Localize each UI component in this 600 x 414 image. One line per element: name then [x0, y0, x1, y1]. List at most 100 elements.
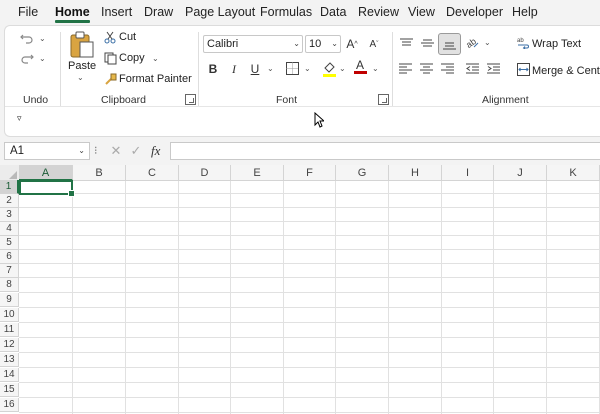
wrap-text-button[interactable]: Wrap Text: [532, 38, 581, 50]
gridline: [19, 382, 600, 383]
insert-function-button[interactable]: fx: [151, 143, 160, 159]
tab-page-layout[interactable]: Page Layout: [185, 5, 255, 19]
borders-dropdown-icon[interactable]: ⌄: [304, 64, 311, 73]
orientation-icon[interactable]: ab: [464, 34, 480, 50]
column-header[interactable]: J: [494, 165, 547, 181]
tab-draw[interactable]: Draw: [144, 5, 173, 19]
row-header[interactable]: 11: [0, 323, 19, 337]
quick-access-dropdown-icon[interactable]: ▿: [17, 113, 22, 124]
paste-dropdown-icon[interactable]: ⌄: [77, 73, 84, 82]
align-left-icon[interactable]: [397, 61, 413, 75]
copy-dropdown-icon[interactable]: ⌄: [152, 54, 159, 63]
column-header[interactable]: D: [179, 165, 231, 181]
bold-button[interactable]: B: [204, 60, 222, 78]
decrease-font-size-icon[interactable]: Aˇ: [365, 35, 383, 53]
align-center-icon[interactable]: [418, 61, 434, 75]
redo-icon[interactable]: [19, 50, 35, 66]
font-color-dropdown-icon[interactable]: ⌄: [372, 64, 379, 73]
tab-formulas[interactable]: Formulas: [260, 5, 312, 19]
align-middle-icon[interactable]: [418, 35, 436, 51]
column-header[interactable]: E: [231, 165, 284, 181]
row-header[interactable]: 14: [0, 368, 19, 382]
font-size-select[interactable]: 10 ⌄: [305, 35, 341, 53]
row-header[interactable]: 15: [0, 383, 19, 397]
row-header[interactable]: 8: [0, 278, 19, 292]
decrease-indent-icon[interactable]: [464, 61, 480, 75]
more-options-icon[interactable]: ⁝: [94, 144, 98, 157]
row-header[interactable]: 13: [0, 353, 19, 367]
italic-button[interactable]: I: [225, 60, 243, 78]
tab-insert[interactable]: Insert: [101, 5, 132, 19]
align-top-icon[interactable]: [397, 35, 415, 51]
column-header[interactable]: H: [389, 165, 442, 181]
active-cell-a1[interactable]: [19, 180, 75, 197]
fill-color-dropdown-icon[interactable]: ⌄: [339, 64, 346, 73]
undo-dropdown-icon[interactable]: ⌄: [39, 34, 46, 43]
increase-font-size-icon[interactable]: A ^: [343, 35, 361, 53]
merge-center-icon[interactable]: [516, 62, 530, 76]
font-name-select[interactable]: Calibri ⌄: [203, 35, 303, 53]
name-box[interactable]: A1 ⌄: [4, 142, 90, 160]
borders-icon[interactable]: [284, 60, 300, 76]
column-header[interactable]: G: [336, 165, 389, 181]
format-painter-icon[interactable]: [103, 72, 117, 86]
gridline: [441, 181, 442, 414]
gridline: [19, 397, 600, 398]
tab-developer[interactable]: Developer: [446, 5, 503, 19]
font-size-value: 10: [309, 38, 322, 50]
worksheet-grid: A B C D E F G H I J K 1 2 3 4 5 6 7 8 9 …: [0, 165, 600, 414]
menu-bar: File Home Insert Draw Page Layout Formul…: [0, 0, 600, 24]
cut-icon[interactable]: [103, 30, 117, 44]
row-header[interactable]: 10: [0, 308, 19, 322]
row-header[interactable]: 7: [0, 264, 19, 278]
align-right-icon[interactable]: [439, 61, 455, 75]
column-header[interactable]: I: [442, 165, 494, 181]
column-header[interactable]: K: [547, 165, 600, 181]
copy-icon[interactable]: [103, 51, 117, 65]
underline-button[interactable]: U: [246, 60, 264, 78]
row-header[interactable]: 1: [0, 180, 19, 194]
column-header[interactable]: C: [126, 165, 179, 181]
wrap-text-icon[interactable]: ab: [516, 35, 530, 49]
merge-center-button[interactable]: Merge & Center: [532, 65, 600, 77]
font-color-letter: A: [355, 58, 364, 72]
copy-button[interactable]: Copy: [119, 52, 145, 64]
row-header[interactable]: 12: [0, 338, 19, 352]
clipboard-launcher-icon[interactable]: [185, 94, 196, 105]
tab-view[interactable]: View: [408, 5, 435, 19]
row-header[interactable]: 3: [0, 208, 19, 222]
column-header[interactable]: F: [284, 165, 336, 181]
font-launcher-icon[interactable]: [378, 94, 389, 105]
redo-dropdown-icon[interactable]: ⌄: [39, 54, 46, 63]
tab-review[interactable]: Review: [358, 5, 399, 19]
formula-input[interactable]: [170, 142, 600, 160]
gridline: [19, 249, 600, 250]
undo-icon[interactable]: [19, 30, 35, 46]
tab-home[interactable]: Home: [55, 5, 90, 23]
cut-button[interactable]: Cut: [119, 31, 136, 43]
align-bottom-icon[interactable]: [438, 33, 461, 55]
tab-help[interactable]: Help: [512, 5, 538, 19]
format-painter-button[interactable]: Format Painter: [119, 73, 192, 85]
row-header[interactable]: 2: [0, 194, 19, 208]
row-header[interactable]: 6: [0, 250, 19, 264]
column-header[interactable]: B: [73, 165, 126, 181]
row-header[interactable]: 9: [0, 293, 19, 307]
confirm-entry-icon[interactable]: ✓: [128, 143, 144, 159]
fill-color-icon[interactable]: [321, 59, 337, 77]
paste-icon[interactable]: [67, 30, 97, 60]
paste-button[interactable]: Paste: [68, 60, 96, 72]
gridline: [493, 181, 494, 414]
underline-dropdown-icon[interactable]: ⌄: [267, 64, 274, 73]
tab-data[interactable]: Data: [320, 5, 346, 19]
tab-file[interactable]: File: [18, 5, 38, 19]
gridline: [19, 292, 600, 293]
orientation-dropdown-icon[interactable]: ⌄: [484, 38, 491, 47]
row-header[interactable]: 5: [0, 236, 19, 250]
cancel-entry-icon[interactable]: ✕: [108, 143, 124, 159]
column-header[interactable]: A: [19, 165, 73, 181]
font-color-button[interactable]: A: [351, 58, 369, 76]
increase-indent-icon[interactable]: [485, 61, 501, 75]
row-header[interactable]: 4: [0, 222, 19, 236]
row-header[interactable]: 16: [0, 398, 19, 412]
